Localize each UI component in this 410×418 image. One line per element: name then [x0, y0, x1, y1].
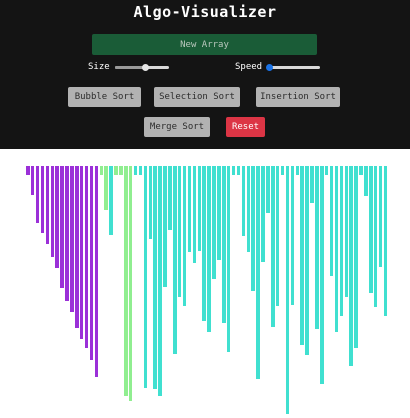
array-bar: [222, 166, 226, 323]
array-bar: [231, 166, 236, 175]
array-bar: [369, 166, 373, 293]
array-bar: [202, 166, 206, 321]
array-bar: [177, 166, 182, 297]
array-bar: [320, 166, 324, 384]
size-slider-fill: [115, 66, 145, 69]
array-bar: [212, 166, 216, 279]
array-bar: [30, 166, 35, 195]
array-bar: [383, 166, 388, 316]
array-bar: [55, 166, 59, 268]
size-slider-thumb[interactable]: [141, 64, 149, 71]
array-bar: [295, 166, 300, 175]
control-panel: Algo-Visualizer New Array Size Speed Bub…: [0, 0, 410, 149]
array-bar: [109, 166, 113, 235]
array-bar: [197, 166, 202, 251]
app-title: Algo-Visualizer: [133, 3, 277, 21]
array-bar: [104, 166, 108, 210]
array-bar: [133, 166, 138, 175]
array-bar: [364, 166, 368, 196]
array-bar: [236, 166, 241, 175]
array-bar: [128, 166, 133, 401]
array-bar: [305, 166, 309, 355]
array-bar: [114, 166, 118, 175]
array-bar: [266, 166, 270, 213]
array-bar: [148, 166, 153, 239]
array-bar: [79, 166, 84, 339]
array-bar: [40, 166, 45, 233]
array-bar: [84, 166, 89, 348]
array-bar: [280, 166, 285, 175]
array-bars-container: [0, 149, 410, 418]
array-bar: [251, 166, 255, 291]
array-bar: [153, 166, 157, 389]
array-bar: [26, 166, 30, 175]
array-bar: [192, 166, 197, 263]
array-bar: [256, 166, 260, 379]
array-bar: [94, 166, 99, 377]
array-bar: [70, 166, 74, 312]
array-bar: [354, 166, 358, 348]
array-bar: [310, 166, 314, 203]
array-bar: [261, 166, 265, 262]
array-bar: [339, 166, 344, 316]
array-bar: [334, 166, 339, 332]
bubble-sort-button[interactable]: Bubble Sort: [68, 87, 141, 107]
array-bar: [158, 166, 162, 396]
speed-slider-thumb[interactable]: [266, 64, 273, 71]
array-bar: [45, 166, 50, 244]
new-array-button[interactable]: New Array: [92, 34, 317, 55]
array-bar: [359, 166, 363, 175]
array-bar: [173, 166, 177, 354]
array-bar: [285, 166, 290, 414]
array-bar: [241, 166, 246, 236]
array-bar: [168, 166, 172, 230]
insertion-sort-button[interactable]: Insertion Sort: [256, 87, 340, 107]
size-slider[interactable]: [115, 64, 169, 71]
array-bar: [60, 166, 64, 288]
array-bar: [65, 166, 69, 301]
array-bar: [138, 166, 143, 175]
array-bar: [182, 166, 187, 306]
array-bar: [315, 166, 319, 329]
array-bar: [378, 166, 383, 267]
app-root: Algo-Visualizer New Array Size Speed Bub…: [0, 0, 410, 418]
array-bar: [124, 166, 128, 396]
merge-sort-button[interactable]: Merge Sort: [144, 117, 210, 137]
array-bar: [373, 166, 378, 307]
array-bar: [50, 166, 55, 257]
array-bar: [300, 166, 304, 345]
array-bar: [99, 166, 104, 175]
array-bar: [207, 166, 211, 332]
array-bar: [275, 166, 280, 306]
array-bar: [119, 166, 123, 175]
array-bar: [344, 166, 349, 297]
reset-button[interactable]: Reset: [226, 117, 265, 137]
array-bar: [226, 166, 231, 352]
array-bar: [89, 166, 94, 360]
array-bar: [217, 166, 221, 260]
array-bar: [187, 166, 192, 252]
speed-label: Speed: [235, 62, 263, 72]
array-bar: [290, 166, 295, 305]
array-bar: [324, 166, 329, 175]
array-bar: [329, 166, 334, 276]
array-bar: [349, 166, 353, 366]
speed-slider[interactable]: [266, 64, 320, 71]
array-bar: [35, 166, 40, 223]
selection-sort-button[interactable]: Selection Sort: [154, 87, 240, 107]
array-bar: [271, 166, 275, 327]
array-bar: [246, 166, 251, 252]
array-bar: [75, 166, 79, 328]
array-bar: [163, 166, 167, 287]
size-label: Size: [88, 62, 110, 72]
array-bar: [143, 166, 148, 388]
